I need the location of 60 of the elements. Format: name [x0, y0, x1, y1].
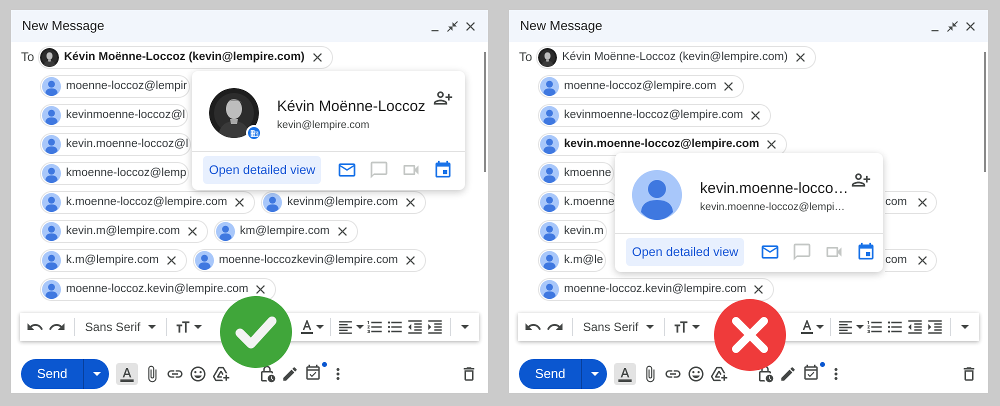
chip-text: kmoenne-loccoz@lemp	[66, 166, 186, 181]
recipient-chip[interactable]: moenne-loccozkevin@lempire.com	[192, 249, 426, 272]
recipient-chip[interactable]: k.moenne-loccoz@lempire.com	[40, 191, 256, 214]
recipient-chip[interactable]: com	[885, 191, 937, 214]
recipient-chip[interactable]: moenne-loccoz@lempire.com	[538, 75, 744, 98]
font-select[interactable]: Sans Serif	[83, 318, 158, 336]
open-detailed-view-button[interactable]: Open detailed view	[203, 156, 322, 184]
recipient-chip[interactable]: kevin.moenne-loccoz@lempire.com	[538, 133, 788, 156]
chip-text: com	[885, 252, 907, 268]
window-title: New Message	[22, 17, 104, 36]
recipient-chip[interactable]: k.m@lempire.com	[40, 249, 187, 272]
recipient-chip[interactable]: kevinm@lempire.com	[261, 191, 426, 214]
chip-text: k.moenne-loccoz@lempire.com	[66, 194, 228, 210]
chip-text: Kévin Moënne-Loccoz (kevin@lempire.com)	[562, 50, 788, 65]
chip-text: km@lempire.com	[240, 224, 330, 239]
recipient-chip[interactable]: com	[885, 249, 937, 272]
contact-email: kevin.moenne-loccoz@lempi…	[700, 200, 846, 215]
chip-text: moenne-loccoz.kevin@lempire.com	[564, 282, 746, 297]
recipient-chip[interactable]: moenne-loccoz@lempir	[40, 75, 190, 98]
send-button[interactable]: Send	[21, 359, 84, 389]
chip-text: moenne-loccozkevin@lempire.com	[218, 252, 398, 268]
recipient-chip[interactable]: kevin.m@lempire.com	[40, 220, 208, 243]
chip-text: k.m@lempire.com	[66, 252, 159, 268]
chip-text: kevinmoenne-loccoz@l	[66, 108, 186, 123]
recipient-chip[interactable]: Kévin Moënne-Loccoz (kevin@lempire.com)	[38, 46, 333, 69]
chip-text: moenne-loccoz@lempir	[66, 78, 187, 94]
chip-text: com	[885, 194, 907, 210]
recipient-chip[interactable]: km@lempire.com	[214, 220, 358, 243]
contact-email: kevin@lempire.com	[277, 118, 370, 133]
chip-text: kevin.moenne-loccoz@l	[66, 136, 188, 152]
recipient-chip[interactable]: Kévin Moënne-Loccoz (kevin@lempire.com)	[536, 46, 816, 69]
recipient-chip[interactable]: kevin.m	[538, 220, 607, 243]
recipient-chip[interactable]: kevin.moenne-loccoz@l	[40, 133, 192, 156]
chip-text: k.m@le	[564, 252, 604, 268]
chip-text: kmoenne	[564, 166, 612, 181]
chip-text: kevinm@lempire.com	[287, 194, 398, 210]
recipient-chip[interactable]: kmoenne-loccoz@lemp	[40, 162, 190, 185]
font-select[interactable]: Sans Serif	[581, 318, 656, 336]
chip-text: kevin.m@lempire.com	[66, 224, 180, 239]
chip-text: kevin.moenne-loccoz@lempire.com	[564, 136, 760, 152]
chip-text: moenne-loccoz@lempire.com	[564, 78, 716, 94]
send-button[interactable]: Send	[519, 359, 582, 389]
chip-text: Kévin Moënne-Loccoz (kevin@lempire.com)	[64, 50, 305, 65]
to-label: To	[21, 49, 34, 66]
recipient-chip[interactable]: k.moenne	[538, 191, 618, 214]
to-label: To	[519, 49, 532, 66]
chip-text: k.moenne	[564, 194, 615, 210]
open-detailed-view-button[interactable]: Open detailed view	[626, 238, 744, 266]
recipient-chip[interactable]: kevinmoenne-loccoz@l	[40, 104, 188, 127]
recipient-chip[interactable]: moenne-loccoz.kevin@lempire.com	[538, 278, 774, 301]
chip-text: kevin.m	[564, 224, 604, 239]
recipient-chip[interactable]: kmoenne	[538, 162, 614, 185]
recipient-chip[interactable]: k.m@le	[538, 249, 606, 272]
recipient-chip[interactable]: moenne-loccoz.kevin@lempire.com	[40, 278, 276, 301]
recipient-chip[interactable]: kevinmoenne-loccoz@lempire.com	[538, 104, 772, 127]
chip-text: moenne-loccoz.kevin@lempire.com	[66, 282, 248, 297]
contact-name: kevin.moenne-locco…	[700, 179, 850, 199]
contact-name: Kévin Moënne-Loccoz	[277, 97, 426, 117]
chip-text: kevinmoenne-loccoz@lempire.com	[564, 108, 744, 123]
window-title: New Message	[520, 17, 602, 36]
